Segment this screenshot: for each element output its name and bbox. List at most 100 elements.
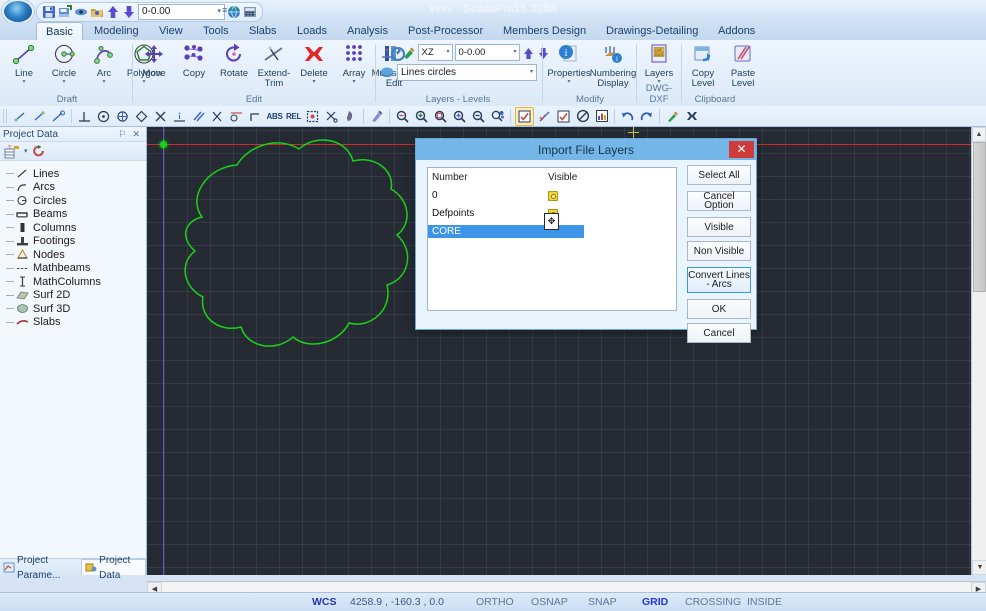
perpendicular-snap-icon[interactable] <box>76 108 93 125</box>
close-icon[interactable]: ✕ <box>129 129 143 140</box>
zoom-window-icon[interactable] <box>432 108 449 125</box>
paint-layer-icon[interactable] <box>402 46 416 60</box>
visible-lightbulb-icon[interactable] <box>548 190 558 201</box>
tree-item-beams[interactable]: Beams <box>6 208 146 222</box>
select-window-icon[interactable] <box>304 108 321 125</box>
layer-row[interactable]: 0 <box>428 189 676 202</box>
status-toggle-snap[interactable]: SNAP <box>588 596 617 608</box>
status-toggle-crossing[interactable]: CROSSING <box>685 596 741 608</box>
level-tool-icon[interactable] <box>380 46 394 60</box>
scroll-down-button[interactable]: ▼ <box>972 560 986 575</box>
panel-tab-project-data[interactable]: Project Data <box>81 555 146 581</box>
chevron-down-icon[interactable]: ▾ <box>102 79 105 85</box>
chevron-down-icon[interactable]: ▾ <box>530 65 536 80</box>
tree-item-footings[interactable]: Footings <box>6 235 146 249</box>
forbidden-icon[interactable] <box>574 108 591 125</box>
check-box-icon[interactable] <box>555 108 572 125</box>
pick-icon[interactable] <box>342 108 359 125</box>
check-red-icon[interactable] <box>515 106 534 126</box>
tree-item-surf-3d[interactable]: Surf 3D <box>6 302 146 316</box>
chevron-down-icon[interactable]: ▾ <box>352 79 355 85</box>
check-diagonal-icon[interactable] <box>536 108 553 125</box>
layer-row[interactable]: CORE <box>428 225 584 238</box>
copy-button[interactable]: Copy <box>174 40 214 79</box>
paste-level-button[interactable]: Paste Level <box>723 40 763 89</box>
tab-basic[interactable]: Basic <box>36 22 83 42</box>
parallel-snap-icon[interactable] <box>190 108 207 125</box>
quadrant-snap-icon[interactable] <box>133 108 150 125</box>
tab-tools[interactable]: Tools <box>194 22 238 40</box>
tree-item-columns[interactable]: Columns <box>6 221 146 235</box>
non-visible-button[interactable]: Non Visible <box>687 241 751 261</box>
zoom-previous-icon[interactable] <box>470 108 487 125</box>
move-up-icon[interactable] <box>522 46 535 60</box>
extension-snap-icon[interactable] <box>247 108 264 125</box>
visible-cell[interactable] <box>548 190 596 201</box>
zoom-dynamic-icon[interactable] <box>489 108 506 125</box>
cancel-option-button[interactable]: Cancel Option <box>687 191 751 211</box>
tab-drawings-detailing[interactable]: Drawings-Detailing <box>597 22 707 40</box>
chevron-down-icon[interactable]: ▾ <box>62 79 65 85</box>
tab-view[interactable]: View <box>150 22 192 40</box>
ok-button[interactable]: OK <box>687 299 751 319</box>
undo-icon[interactable] <box>619 108 636 125</box>
pin-icon[interactable]: ⚐ <box>115 129 129 140</box>
chevron-down-icon[interactable]: ▾ <box>396 49 400 57</box>
midpoint-snap-icon[interactable]: + <box>171 108 188 125</box>
properties-button[interactable]: i Properties ▾ <box>547 40 591 85</box>
move-button[interactable]: Move <box>134 40 174 79</box>
brush-icon[interactable] <box>664 108 681 125</box>
tree-filter-icon[interactable]: T <box>4 144 20 159</box>
tree-item-arcs[interactable]: Arcs <box>6 181 146 195</box>
rel-coords-button[interactable]: REL <box>285 108 302 125</box>
toolbar-grip[interactable] <box>3 109 8 123</box>
tab-post-processor[interactable]: Post-Processor <box>399 22 492 40</box>
status-toggle-grid[interactable]: GRID <box>642 596 668 608</box>
panel-tab-project-parame-[interactable]: Project Parame... <box>0 555 81 581</box>
tab-members-design[interactable]: Members Design <box>494 22 595 40</box>
center-snap-icon[interactable] <box>95 108 112 125</box>
zoom-extents-icon[interactable] <box>451 108 468 125</box>
circle-button[interactable]: Circle ▾ <box>44 40 84 85</box>
visible-button[interactable]: Visible <box>687 217 751 237</box>
chevron-down-icon[interactable]: ▾ <box>22 79 25 85</box>
clear-icon[interactable] <box>683 108 700 125</box>
rotate-button[interactable]: Rotate <box>214 40 254 79</box>
chevron-down-icon[interactable]: ▾ <box>24 147 28 155</box>
zoom-out-icon[interactable] <box>394 108 411 125</box>
dialog-title-bar[interactable]: Import File Layers ✕ <box>416 139 756 160</box>
array-button[interactable]: Array ▾ <box>334 40 374 85</box>
delete-button[interactable]: Delete ▾ <box>294 40 334 85</box>
layers-list[interactable]: Number Visible 0 Defpoints CORE <box>427 167 677 311</box>
vertical-scrollbar[interactable]: ▲ ▼ <box>971 127 986 575</box>
refresh-icon[interactable] <box>32 144 46 158</box>
tab-slabs[interactable]: Slabs <box>240 22 286 40</box>
line-button[interactable]: Line ▾ <box>4 40 44 85</box>
status-toggle-inside[interactable]: INSIDE <box>747 596 782 608</box>
scroll-up-button[interactable]: ▲ <box>972 127 986 142</box>
status-toggle-ortho[interactable]: ORTHO <box>476 596 514 608</box>
close-icon[interactable]: ✕ <box>729 141 754 158</box>
scroll-thumb[interactable] <box>973 142 986 292</box>
tab-addons[interactable]: Addons <box>709 22 764 40</box>
tree-item-lines[interactable]: Lines <box>6 167 146 181</box>
cancel-button[interactable]: Cancel <box>687 323 751 343</box>
tab-analysis[interactable]: Analysis <box>338 22 397 40</box>
status-toggle-osnap[interactable]: OSNAP <box>531 596 568 608</box>
pen-icon[interactable] <box>368 108 385 125</box>
chevron-down-icon[interactable]: ▾ <box>567 79 570 85</box>
nearest-snap-icon[interactable] <box>209 108 226 125</box>
tree-item-surf-2d[interactable]: Surf 2D <box>6 289 146 303</box>
extend-trim-button[interactable]: Extend-Trim <box>254 40 294 89</box>
copy-level-button[interactable]: Copy Level <box>683 40 723 89</box>
point-line-icon[interactable] <box>12 108 29 125</box>
tree-item-mathcolumns[interactable]: MathColumns <box>6 275 146 289</box>
intersection-snap-icon[interactable] <box>152 108 169 125</box>
line-segment-icon[interactable] <box>31 108 48 125</box>
node-snap-icon[interactable] <box>114 108 131 125</box>
plane-combo[interactable]: XZ ▾ <box>417 44 453 61</box>
abs-coords-button[interactable]: ABS <box>266 108 283 125</box>
deselect-icon[interactable] <box>323 108 340 125</box>
tangent-snap-icon[interactable] <box>228 108 245 125</box>
tree-item-mathbeams[interactable]: Mathbeams <box>6 262 146 276</box>
